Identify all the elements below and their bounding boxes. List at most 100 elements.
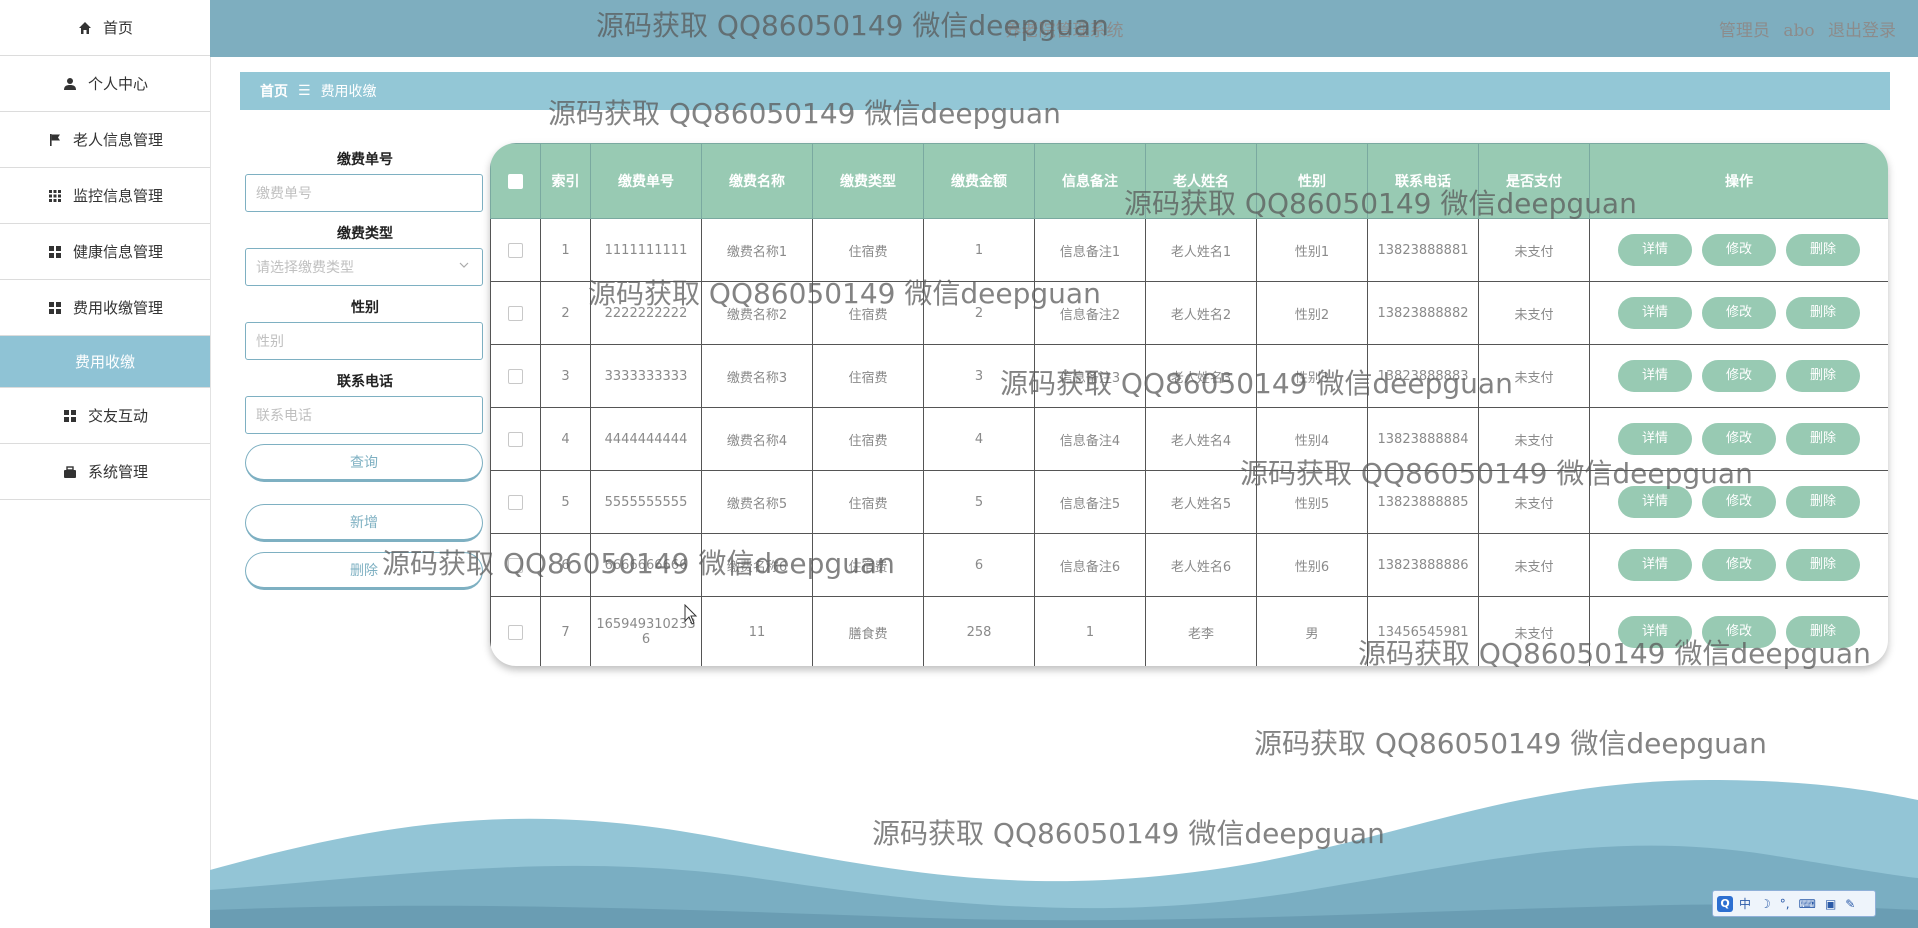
sidebar-item-label: 交友互动 [87, 407, 148, 425]
apps-icon [62, 408, 78, 424]
ime-toolbar[interactable]: Q 中 ☽ °, ⌨ ▣ ✎ [1712, 890, 1876, 917]
row-select-cell[interactable] [490, 470, 541, 534]
row-select-cell[interactable] [490, 596, 541, 666]
ime-logo-icon: Q [1717, 895, 1733, 912]
sidebar-subitem-fee-collection[interactable]: 费用收缴 [0, 336, 210, 388]
phone-placeholder: 联系电话 [256, 408, 312, 424]
table-cell: 4444444444 [590, 407, 702, 471]
row-checkbox[interactable] [508, 368, 523, 384]
gender-placeholder: 性别 [256, 334, 284, 350]
row-delete-button[interactable]: 删除 [1786, 360, 1860, 392]
table-cell: 未支付 [1478, 533, 1590, 597]
edit-button[interactable]: 修改 [1702, 234, 1776, 266]
row-select-cell[interactable] [490, 407, 541, 471]
chevron-down-icon [458, 259, 470, 275]
table-cell: 13823888882 [1367, 281, 1479, 345]
detail-button[interactable]: 详情 [1618, 423, 1692, 455]
ime-keyboard-icon[interactable]: ⌨ [1799, 897, 1816, 911]
detail-button[interactable]: 详情 [1618, 297, 1692, 329]
user-icon [62, 76, 78, 92]
ime-settings-icon[interactable]: ✎ [1845, 897, 1855, 911]
table-cell: 性别2 [1256, 281, 1368, 345]
sidebar-item-fee-management[interactable]: 费用收缴管理 [0, 280, 210, 336]
ime-punct-icon[interactable]: °, [1780, 897, 1790, 911]
row-checkbox[interactable] [508, 494, 523, 510]
table-cell: 6 [923, 533, 1035, 597]
table-cell: 13823888881 [1367, 218, 1479, 282]
breadcrumb-current: 费用收缴 [320, 84, 377, 100]
breadcrumb-home[interactable]: 首页 [260, 81, 288, 101]
watermark: 源码获取 QQ86050149 微信deepguan [872, 817, 1385, 850]
fee-type-select[interactable]: 请选择缴费类型 [245, 248, 483, 286]
phone-input[interactable]: 联系电话 [245, 396, 483, 434]
user-role: 管理员 [1718, 21, 1770, 41]
row-select-cell[interactable] [490, 218, 541, 282]
row-checkbox[interactable] [508, 242, 523, 258]
header-user-area: 管理员 abo 退出登录 [1711, 16, 1896, 41]
ime-shirt-icon[interactable]: ▣ [1825, 897, 1836, 911]
sidebar-item-label: 健康信息管理 [72, 243, 163, 261]
table-cell: 1 [1034, 596, 1146, 666]
sidebar-item-personal-center[interactable]: 个人中心 [0, 56, 210, 112]
fee-no-placeholder: 缴费单号 [256, 186, 312, 202]
row-select-cell[interactable] [490, 344, 541, 408]
username: abo [1783, 21, 1815, 41]
sidebar-item-label: 老人信息管理 [72, 131, 163, 149]
logout-link[interactable]: 退出登录 [1828, 21, 1896, 41]
column-header: 缴费名称 [701, 143, 813, 219]
watermark: 源码获取 QQ86050149 微信deepguan [382, 547, 895, 580]
row-delete-button[interactable]: 删除 [1786, 486, 1860, 518]
row-checkbox[interactable] [508, 624, 523, 640]
sidebar-item-elder-info[interactable]: 老人信息管理 [0, 112, 210, 168]
watermark: 源码获取 QQ86050149 微信deepguan [1358, 637, 1871, 670]
edit-button[interactable]: 修改 [1702, 297, 1776, 329]
table-cell: 缴费名称5 [701, 470, 813, 534]
search-panel: 缴费单号 缴费单号 缴费类型 请选择缴费类型 性别 性别 联系电话 联系电话 查… [245, 150, 485, 590]
table-cell: 13823888886 [1367, 533, 1479, 597]
sidebar-item-system[interactable]: 系统管理 [0, 444, 210, 500]
ime-mode[interactable]: 中 [1739, 895, 1751, 912]
fee-no-input[interactable]: 缴费单号 [245, 174, 483, 212]
sidebar-item-social[interactable]: 交友互动 [0, 388, 210, 444]
fee-no-label: 缴费单号 [337, 152, 393, 168]
select-all-checkbox[interactable] [508, 173, 523, 189]
sidebar-item-label: 系统管理 [87, 463, 148, 481]
query-button[interactable]: 查询 [245, 444, 483, 482]
detail-button[interactable]: 详情 [1618, 234, 1692, 266]
breadcrumb-separator: ☰ [298, 83, 311, 99]
gender-input[interactable]: 性别 [245, 322, 483, 360]
select-all-cell[interactable] [490, 143, 541, 219]
sidebar-item-health-info[interactable]: 健康信息管理 [0, 224, 210, 280]
table-cell: 男 [1256, 596, 1368, 666]
edit-button[interactable]: 修改 [1702, 423, 1776, 455]
flag-icon [47, 132, 63, 148]
sidebar: 首页 个人中心 老人信息管理 监控信息管理 健康信息管理 费用收缴管理 费用收缴… [0, 0, 211, 928]
row-checkbox[interactable] [508, 305, 523, 321]
actions-cell: 详情 修改 删除 [1589, 218, 1888, 282]
table-cell: 老李 [1145, 596, 1257, 666]
ime-moon-icon[interactable]: ☽ [1760, 897, 1771, 911]
row-delete-button[interactable]: 删除 [1786, 234, 1860, 266]
column-header: 缴费金额 [923, 143, 1035, 219]
sidebar-item-monitor-info[interactable]: 监控信息管理 [0, 168, 210, 224]
column-header: 缴费类型 [812, 143, 924, 219]
table-cell: 2 [540, 281, 591, 345]
edit-button[interactable]: 修改 [1702, 549, 1776, 581]
detail-button[interactable]: 详情 [1618, 360, 1692, 392]
table-cell: 信息备注6 [1034, 533, 1146, 597]
column-header: 索引 [540, 143, 591, 219]
table-cell: 11 [701, 596, 813, 666]
table-cell: 老人姓名2 [1145, 281, 1257, 345]
apps-icon [47, 300, 63, 316]
column-header: 缴费单号 [590, 143, 702, 219]
row-delete-button[interactable]: 删除 [1786, 297, 1860, 329]
sidebar-item-home[interactable]: 首页 [0, 0, 210, 56]
detail-button[interactable]: 详情 [1618, 549, 1692, 581]
watermark: 源码获取 QQ86050149 微信deepguan [1124, 187, 1637, 220]
row-delete-button[interactable]: 删除 [1786, 549, 1860, 581]
row-delete-button[interactable]: 删除 [1786, 423, 1860, 455]
row-select-cell[interactable] [490, 281, 541, 345]
row-checkbox[interactable] [508, 431, 523, 447]
edit-button[interactable]: 修改 [1702, 360, 1776, 392]
add-button[interactable]: 新增 [245, 504, 483, 542]
